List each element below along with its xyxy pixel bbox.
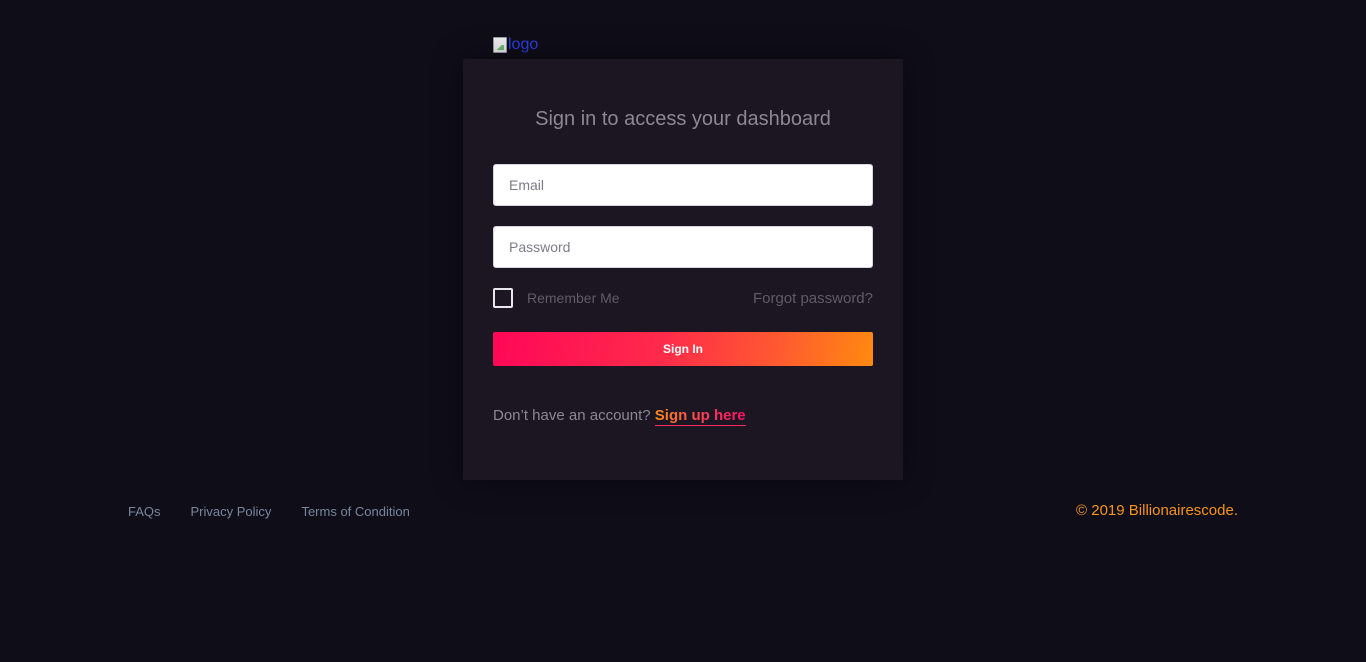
footer-link-terms[interactable]: Terms of Condition xyxy=(301,504,409,519)
remember-me-checkbox[interactable] xyxy=(493,288,513,308)
logo-alt-text: logo xyxy=(508,36,539,53)
sign-in-button[interactable]: Sign In xyxy=(493,332,873,366)
sign-up-link[interactable]: Sign up here xyxy=(654,407,746,426)
copyright-text: © 2019 Billionairescode. xyxy=(1076,502,1238,519)
login-page: logo Sign in to access your dashboard Re… xyxy=(0,0,1366,662)
broken-image-icon xyxy=(493,37,507,53)
signup-row: Don’t have an account? Sign up here xyxy=(493,407,746,426)
logo-link[interactable]: logo xyxy=(493,35,538,55)
email-field[interactable] xyxy=(493,164,873,206)
password-field[interactable] xyxy=(493,226,873,268)
forgot-password-link[interactable]: Forgot password? xyxy=(753,290,873,307)
footer-link-privacy-policy[interactable]: Privacy Policy xyxy=(191,504,272,519)
footer-link-faqs[interactable]: FAQs xyxy=(128,504,161,519)
remember-me-toggle[interactable]: Remember Me xyxy=(493,288,620,308)
footer-nav: FAQs Privacy Policy Terms of Condition xyxy=(128,504,410,519)
remember-me-label: Remember Me xyxy=(527,290,620,306)
signup-prompt: Don’t have an account? xyxy=(493,407,651,424)
login-title: Sign in to access your dashboard xyxy=(535,108,831,130)
